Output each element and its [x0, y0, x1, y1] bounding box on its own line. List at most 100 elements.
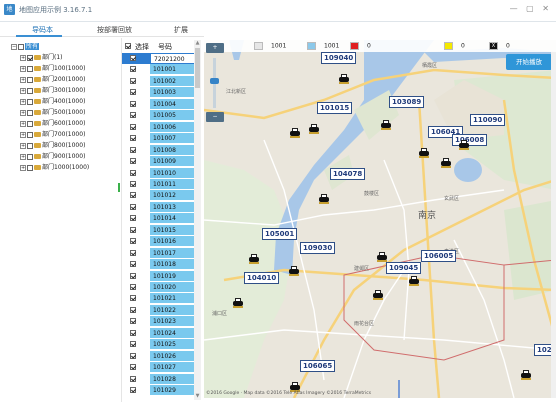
- table-row[interactable]: 101029: [122, 385, 202, 397]
- expand-icon[interactable]: +: [20, 54, 26, 61]
- row-checkbox[interactable]: [130, 100, 136, 107]
- tree-item[interactable]: + 部门900(1000): [20, 151, 85, 162]
- row-select-cell[interactable]: [122, 362, 150, 374]
- splitter-handle[interactable]: [118, 183, 120, 192]
- checkbox[interactable]: [27, 109, 33, 116]
- zoom-out-button[interactable]: −: [206, 112, 224, 122]
- row-checkbox[interactable]: [130, 180, 136, 187]
- table-row[interactable]: 101012: [122, 190, 202, 202]
- collapse-icon[interactable]: −: [11, 43, 17, 50]
- tree-item[interactable]: + 部门600(1000): [20, 118, 85, 129]
- row-select-cell[interactable]: [122, 201, 150, 213]
- map-scrollbar[interactable]: [551, 52, 556, 398]
- row-select-cell[interactable]: [122, 64, 150, 76]
- expand-icon[interactable]: +: [20, 142, 26, 149]
- row-checkbox[interactable]: [130, 215, 136, 222]
- row-select-cell[interactable]: [122, 327, 150, 339]
- checkbox[interactable]: [27, 87, 33, 94]
- table-row[interactable]: 101019: [122, 270, 202, 282]
- expand-icon[interactable]: +: [20, 153, 26, 160]
- row-select-cell[interactable]: [122, 133, 150, 145]
- row-checkbox[interactable]: [130, 135, 136, 142]
- row-checkbox[interactable]: [130, 169, 136, 176]
- vehicle-label[interactable]: 109030: [300, 242, 336, 254]
- row-select-cell[interactable]: [122, 339, 150, 351]
- table-row[interactable]: 101025: [122, 339, 202, 351]
- tree-item[interactable]: + 部门500(1000): [20, 107, 85, 118]
- row-select-cell[interactable]: [122, 53, 150, 64]
- table-row[interactable]: 101022: [122, 304, 202, 317]
- row-checkbox[interactable]: [130, 55, 136, 61]
- row-checkbox[interactable]: [130, 203, 136, 210]
- vehicle-label[interactable]: 103089: [389, 96, 425, 108]
- tree-item[interactable]: + 部门1000(1000): [20, 162, 89, 173]
- start-playback-button[interactable]: 开始播放: [506, 54, 552, 70]
- row-checkbox[interactable]: [130, 123, 136, 130]
- table-row[interactable]: 101020: [122, 282, 202, 294]
- row-checkbox[interactable]: [130, 158, 136, 165]
- vehicle-marker-icon[interactable]: [232, 298, 244, 309]
- expand-icon[interactable]: +: [20, 120, 26, 127]
- checkbox[interactable]: [27, 164, 33, 171]
- table-row[interactable]: 101026: [122, 350, 202, 363]
- row-select-cell[interactable]: [122, 75, 150, 87]
- select-all-checkbox[interactable]: [125, 43, 131, 49]
- table-row[interactable]: 101004: [122, 98, 202, 111]
- row-checkbox[interactable]: [130, 146, 136, 153]
- table-row[interactable]: 101002: [122, 75, 202, 88]
- table-row[interactable]: 101027: [122, 362, 202, 374]
- vehicle-label[interactable]: 104010: [244, 272, 280, 284]
- table-row[interactable]: 101003: [122, 87, 202, 99]
- row-checkbox[interactable]: [130, 112, 136, 119]
- zoom-slider-knob[interactable]: [210, 78, 219, 84]
- window-controls[interactable]: — ▢ ✕: [510, 4, 552, 13]
- checkbox[interactable]: [27, 98, 33, 105]
- expand-icon[interactable]: +: [20, 131, 26, 138]
- checkbox[interactable]: [27, 54, 33, 61]
- row-select-cell[interactable]: [122, 110, 150, 122]
- row-select-cell[interactable]: [122, 247, 150, 259]
- row-select-cell[interactable]: [122, 190, 150, 202]
- row-checkbox[interactable]: [130, 192, 136, 199]
- vehicle-marker-icon[interactable]: [440, 158, 452, 169]
- table-row[interactable]: 101023: [122, 316, 202, 328]
- vehicle-label[interactable]: 106005: [421, 250, 457, 262]
- table-row[interactable]: 101005: [122, 110, 202, 122]
- row-select-cell[interactable]: [122, 282, 150, 293]
- row-checkbox[interactable]: [130, 249, 136, 256]
- row-select-cell[interactable]: [122, 316, 150, 328]
- row-select-cell[interactable]: [122, 350, 150, 362]
- row-select-cell[interactable]: [122, 178, 150, 190]
- table-row[interactable]: 101018: [122, 259, 202, 271]
- tree-item[interactable]: + 部门700(1000): [20, 129, 85, 140]
- vehicle-marker-icon[interactable]: [520, 370, 532, 381]
- expand-icon[interactable]: +: [20, 98, 26, 105]
- row-select-cell[interactable]: [122, 259, 150, 271]
- table-row[interactable]: 101013: [122, 201, 202, 214]
- row-select-cell[interactable]: [122, 144, 150, 156]
- table-row[interactable]: 101001: [122, 64, 202, 76]
- vehicle-marker-icon[interactable]: [380, 120, 392, 131]
- table-row[interactable]: 101007: [122, 133, 202, 145]
- tab-code-book[interactable]: 导码本: [32, 25, 53, 35]
- row-select-cell[interactable]: [122, 270, 150, 282]
- checkbox[interactable]: [27, 120, 33, 127]
- expand-icon[interactable]: +: [20, 87, 26, 94]
- checkbox[interactable]: [27, 142, 33, 149]
- table-row[interactable]: 101009: [122, 156, 202, 168]
- vehicle-marker-icon[interactable]: [458, 140, 470, 151]
- vehicle-marker-icon[interactable]: [248, 254, 260, 265]
- vehicle-marker-icon[interactable]: [418, 148, 430, 159]
- tree-item[interactable]: + 部门200(1000): [20, 74, 85, 85]
- scroll-down-icon[interactable]: ▼: [194, 393, 201, 400]
- tree-item[interactable]: + 部门800(1000): [20, 140, 85, 151]
- table-row[interactable]: 101028: [122, 373, 202, 385]
- expand-icon[interactable]: +: [20, 65, 26, 72]
- tree-item[interactable]: + 部门400(1000): [20, 96, 85, 107]
- tree-root[interactable]: − 所有: [11, 41, 40, 52]
- row-select-cell[interactable]: [122, 98, 150, 110]
- row-checkbox[interactable]: [130, 341, 136, 348]
- row-select-cell[interactable]: [122, 87, 150, 99]
- table-row[interactable]: 101006: [122, 121, 202, 134]
- expand-icon[interactable]: +: [20, 109, 26, 116]
